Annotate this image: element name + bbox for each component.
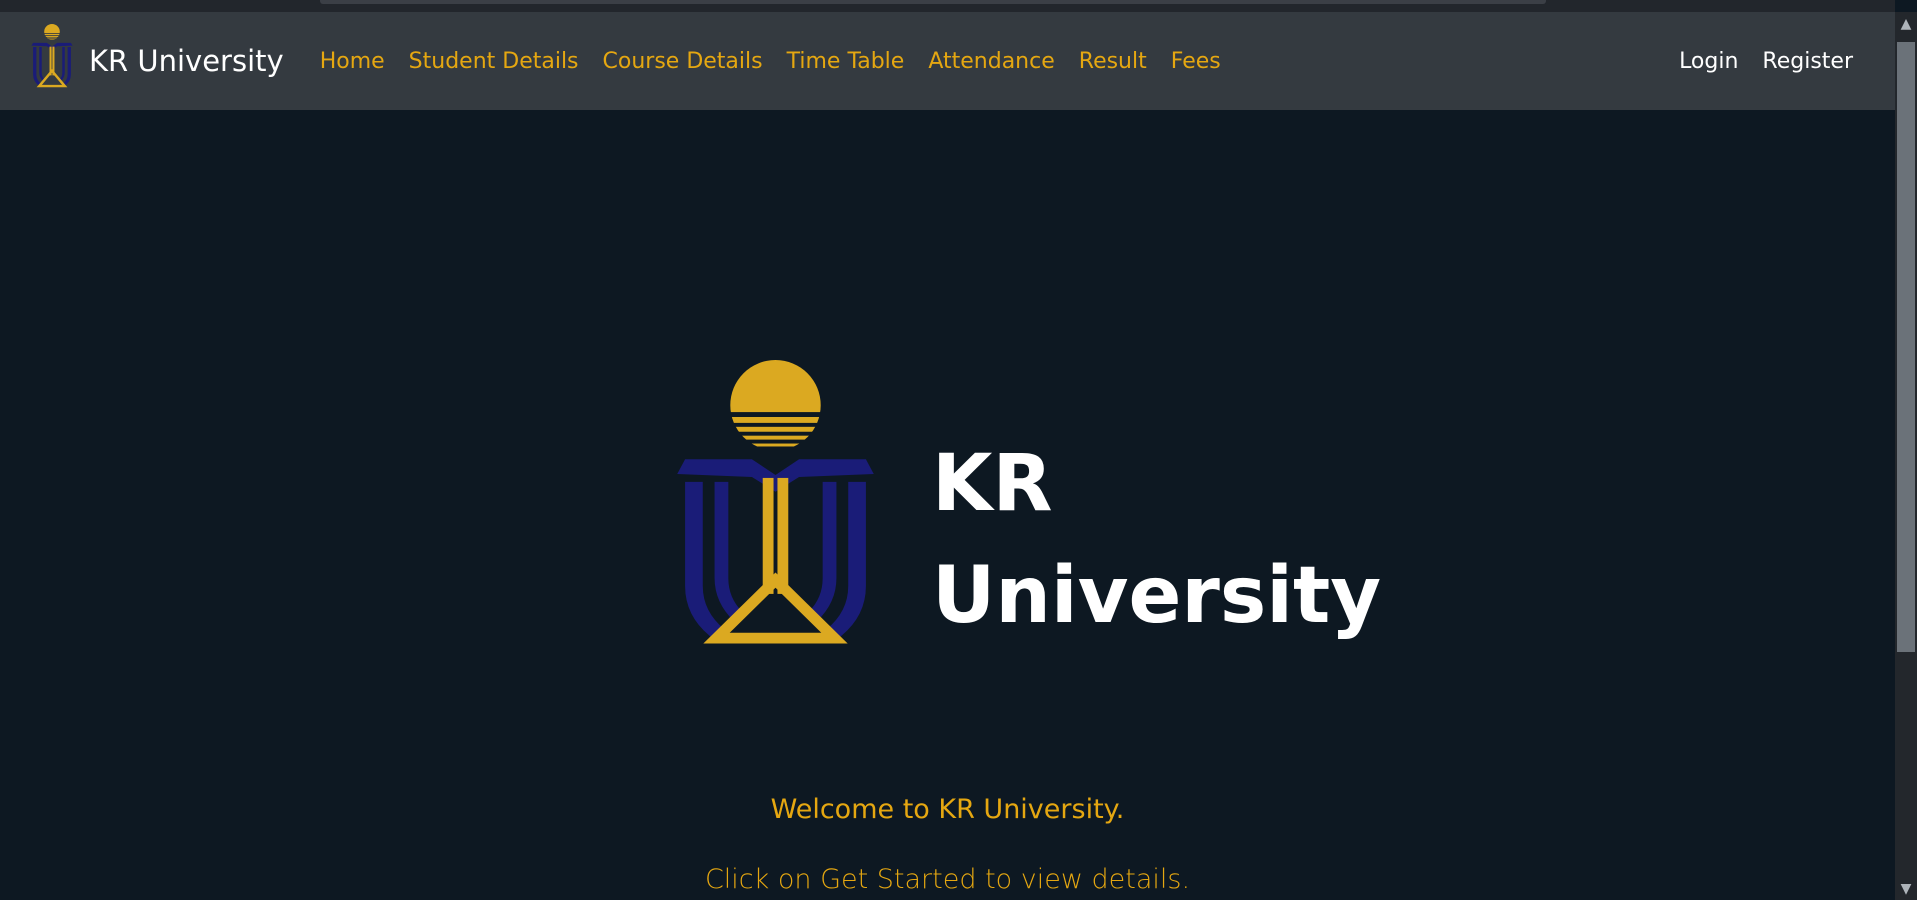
browser-top-strip [0,0,1895,12]
browser-scroll-indicator [320,0,1546,4]
nav-links: Home Student Details Course Details Time… [308,49,1233,74]
nav-time-table-link[interactable]: Time Table [787,49,905,74]
scrollbar-thumb[interactable] [1897,42,1915,652]
register-link[interactable]: Register [1762,49,1853,74]
login-link[interactable]: Login [1679,49,1738,74]
hero-title: KR University [932,428,1381,652]
brand-name: KR University [89,44,284,78]
welcome-message: Welcome to KR University. [770,794,1125,825]
kr-university-hero-logo-icon [677,360,874,644]
nav-result-link[interactable]: Result [1079,49,1147,74]
hero-title-line1: KR [932,439,1053,529]
nav-auth-links: Login Register [1667,12,1865,110]
navbar-brand[interactable]: KR University [27,24,284,98]
get-started-hint: Click on Get Started to view details. [704,864,1191,895]
hero-title-line2: University [932,551,1382,641]
nav-student-details-link[interactable]: Student Details [409,49,579,74]
scroll-down-icon[interactable]: ▼ [1895,878,1917,900]
nav-fees-link[interactable]: Fees [1171,49,1221,74]
page-scrollbar[interactable]: ▲ ▼ [1895,12,1917,900]
nav-home-link[interactable]: Home [320,49,385,74]
scroll-up-icon[interactable]: ▲ [1895,12,1917,36]
navbar: KR University Home Student Details Cours… [0,12,1895,110]
nav-course-details-link[interactable]: Course Details [603,49,763,74]
nav-attendance-link[interactable]: Attendance [928,49,1054,74]
kr-university-logo-icon [31,24,73,88]
